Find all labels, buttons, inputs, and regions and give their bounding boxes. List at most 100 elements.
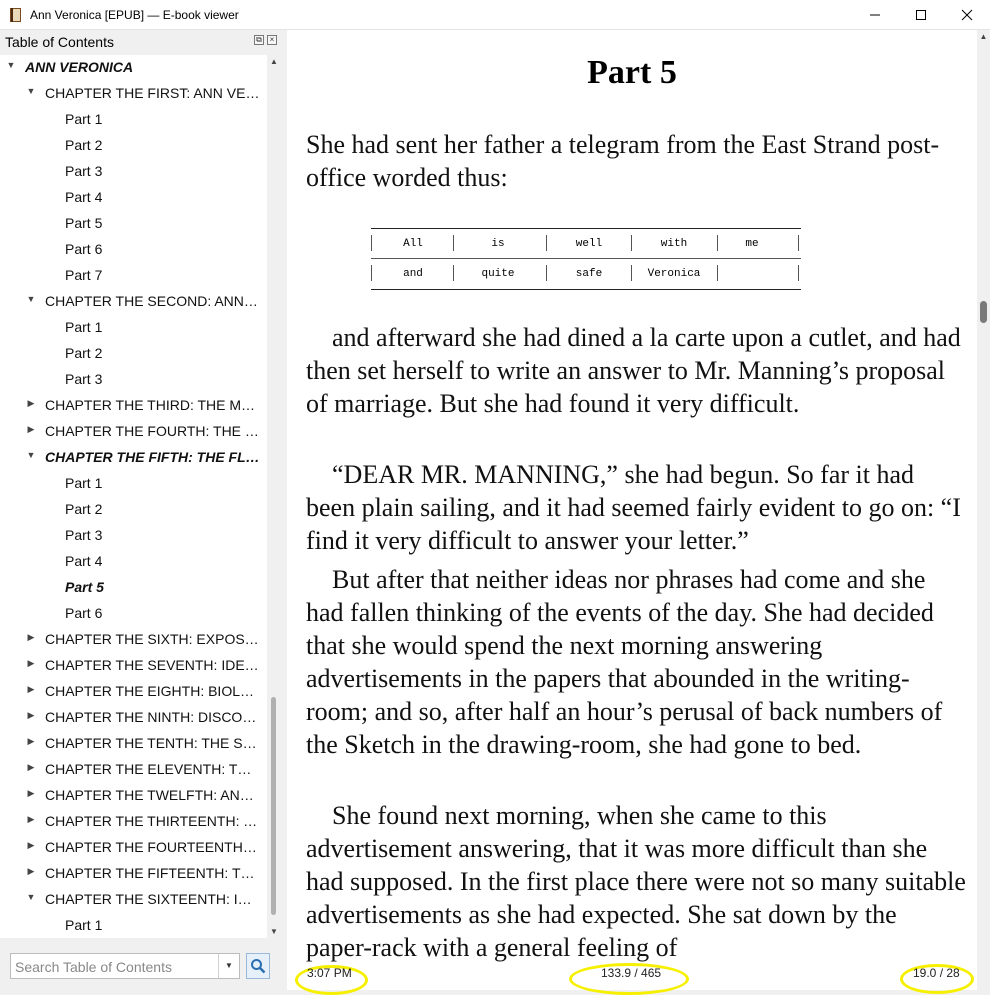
collapsed-arrow-icon[interactable]: ▶ [26, 632, 36, 643]
toc-item-label: Part 3 [65, 371, 103, 387]
toc-item-part[interactable]: Part 4 [0, 549, 267, 575]
search-placeholder: Search Table of Contents [15, 959, 172, 975]
reader-scrollbar[interactable]: ▲ [977, 30, 990, 990]
telegram-word: safe [575, 268, 603, 280]
toc-item-chapter[interactable]: ▶ CHAPTER THE EIGHTH: BIOLOGY [0, 679, 267, 705]
toc-item-label: Part 2 [65, 137, 103, 153]
telegram-word: is [491, 238, 505, 250]
toc-item-label: CHAPTER THE FIRST: ANN VERONICA TALKS TO… [45, 85, 260, 101]
toc-item-label: Part 5 [65, 579, 104, 595]
reader-scroll-thumb[interactable] [980, 301, 987, 323]
search-button[interactable] [246, 953, 270, 979]
toc-item-chapter[interactable]: ▶ CHAPTER THE FIFTEENTH: THE OPENING OF T… [0, 861, 267, 887]
toc-item-part[interactable]: Part 2 [0, 497, 267, 523]
telegram-word: and [403, 268, 423, 280]
float-panel-button[interactable]: ⧉ [254, 35, 264, 45]
telegram-cell-border [717, 265, 719, 281]
toc-item-label: Part 1 [65, 475, 103, 491]
telegram-cell-border [453, 265, 455, 281]
toc-item-part[interactable]: Part 1 [0, 107, 267, 133]
toc-item-part[interactable]: Part 7 [0, 263, 267, 289]
toc-item-label: CHAPTER THE SIXTH: EXPOSTULATIONS [45, 631, 260, 647]
scroll-down-arrow-icon[interactable]: ▼ [267, 927, 281, 936]
toc-item-chapter[interactable]: ▶ CHAPTER THE THIRD: THE MONDAY MORNING [0, 393, 267, 419]
collapsed-arrow-icon[interactable]: ▶ [26, 684, 36, 695]
close-button[interactable] [944, 0, 990, 30]
collapsed-arrow-icon[interactable]: ▶ [26, 710, 36, 721]
close-icon [961, 9, 973, 21]
expanded-arrow-icon[interactable]: ▼ [26, 294, 36, 304]
toc-item-chapter[interactable]: ▶ CHAPTER THE ELEVENTH: THOUGHTS IN PRISO… [0, 757, 267, 783]
toc-item-part[interactable]: Part 6 [0, 237, 267, 263]
toc-tree[interactable]: ▼ ANN VERONICA ▼ CHAPTER THE FIRST: ANN VER… [0, 55, 267, 938]
toc-item-label: Part 3 [65, 527, 103, 543]
toc-item-label: Part 2 [65, 345, 103, 361]
toc-item-part[interactable]: Part 2 [0, 341, 267, 367]
toc-item-chapter[interactable]: ▶ CHAPTER THE SEVENTH: IDEALS AND A REALI… [0, 653, 267, 679]
toc-item-part[interactable]: Part 6 [0, 601, 267, 627]
toc-item-part[interactable]: Part 3 [0, 159, 267, 185]
expanded-arrow-icon[interactable]: ▼ [26, 892, 36, 902]
toc-item-chapter[interactable]: ▼ CHAPTER THE SECOND: ANN VERONICA GATHER… [0, 289, 267, 315]
toc-item-part[interactable]: Part 1 [0, 913, 267, 938]
toc-item-chapter[interactable]: ▶ CHAPTER THE FOURTEENTH: THE SPEECHES [0, 835, 267, 861]
toc-item-part[interactable]: Part 3 [0, 367, 267, 393]
toc-item-label: CHAPTER THE ELEVENTH: THOUGHTS IN PRISON [45, 761, 260, 777]
toc-item-part[interactable]: Part 3 [0, 523, 267, 549]
toc-item-chapter[interactable]: ▶ CHAPTER THE TWELFTH: ANN VERONICA PREPA… [0, 783, 267, 809]
toc-item-chapter[interactable]: ▶ CHAPTER THE TENTH: THE SUFFRAGETTES [0, 731, 267, 757]
toc-scroll-thumb[interactable] [271, 697, 276, 915]
toc-item-part[interactable]: Part 1 [0, 471, 267, 497]
paragraph-4: But after that neither ideas nor phrases… [306, 565, 943, 759]
toc-item-chapter[interactable]: ▶ CHAPTER THE NINTH: DISCORDS [0, 705, 267, 731]
toc-item-chapter[interactable]: ▼ CHAPTER THE SIXTEENTH: IN THE MOUNTAINS [0, 887, 267, 913]
book-content[interactable]: Part 5 She had sent her father a telegra… [287, 30, 977, 990]
expanded-arrow-icon[interactable]: ▼ [26, 86, 36, 96]
telegram-word: quite [481, 268, 515, 280]
toc-item-label: CHAPTER THE TENTH: THE SUFFRAGETTES [45, 735, 260, 751]
toc-item-label: CHAPTER THE FOURTEENTH: THE SPEECHES [45, 839, 260, 855]
toc-item-part[interactable]: Part 2 [0, 133, 267, 159]
collapsed-arrow-icon[interactable]: ▶ [26, 840, 36, 851]
toc-scrollbar[interactable]: ▲ ▼ [267, 55, 281, 938]
paragraph-3: “DEAR MR. MANNING,” she had begun. So fa… [306, 460, 961, 555]
toc-item-part[interactable]: Part 5 [0, 575, 267, 601]
toc-search-input[interactable]: Search Table of Contents ▼ [10, 953, 240, 979]
expanded-arrow-icon[interactable]: ▼ [6, 60, 16, 70]
toc-item-chapter[interactable]: ▶ CHAPTER THE FOURTH: THE CRISIS [0, 419, 267, 445]
telegram-divider [371, 258, 801, 260]
collapsed-arrow-icon[interactable]: ▶ [26, 424, 36, 435]
toc-item-label: CHAPTER THE FIFTH: THE FLIGHT TO LONDON [45, 449, 260, 465]
telegram-word: well [575, 238, 603, 250]
toc-item-part[interactable]: Part 1 [0, 315, 267, 341]
telegram-cell-border [798, 235, 800, 251]
toc-item-label: Part 5 [65, 215, 103, 231]
title-bar: Ann Veronica [EPUB] — E-book viewer [0, 0, 990, 30]
close-panel-button[interactable]: × [267, 35, 277, 45]
toc-item-label: Part 2 [65, 501, 103, 517]
minimize-button[interactable] [852, 0, 898, 30]
telegram-cell-border [631, 235, 633, 251]
collapsed-arrow-icon[interactable]: ▶ [26, 788, 36, 799]
maximize-button[interactable] [898, 0, 944, 30]
toc-item-label: CHAPTER THE SEVENTH: IDEALS AND A REALIT… [45, 657, 260, 673]
reader-scroll-up-icon[interactable]: ▲ [977, 32, 990, 41]
expanded-arrow-icon[interactable]: ▼ [26, 450, 36, 460]
toc-item-part[interactable]: Part 4 [0, 185, 267, 211]
collapsed-arrow-icon[interactable]: ▶ [26, 866, 36, 877]
section-heading: Part 5 [587, 54, 677, 91]
toc-item-chapter[interactable]: ▼ CHAPTER THE FIRST: ANN VERONICA TALKS T… [0, 81, 267, 107]
collapsed-arrow-icon[interactable]: ▶ [26, 814, 36, 825]
collapsed-arrow-icon[interactable]: ▶ [26, 398, 36, 409]
collapsed-arrow-icon[interactable]: ▶ [26, 658, 36, 669]
toc-item-part[interactable]: Part 5 [0, 211, 267, 237]
toc-item-book[interactable]: ▼ ANN VERONICA [0, 55, 267, 81]
toc-header: Table of Contents [5, 34, 114, 50]
collapsed-arrow-icon[interactable]: ▶ [26, 736, 36, 747]
scroll-up-arrow-icon[interactable]: ▲ [267, 57, 281, 66]
toc-item-chapter[interactable]: ▶ CHAPTER THE THIRTEENTH: THE ENDING OF T… [0, 809, 267, 835]
toc-item-chapter[interactable]: ▼ CHAPTER THE FIFTH: THE FLIGHT TO LONDON [0, 445, 267, 471]
collapsed-arrow-icon[interactable]: ▶ [26, 762, 36, 773]
search-history-dropdown[interactable]: ▼ [218, 954, 239, 978]
toc-item-chapter[interactable]: ▶ CHAPTER THE SIXTH: EXPOSTULATIONS [0, 627, 267, 653]
